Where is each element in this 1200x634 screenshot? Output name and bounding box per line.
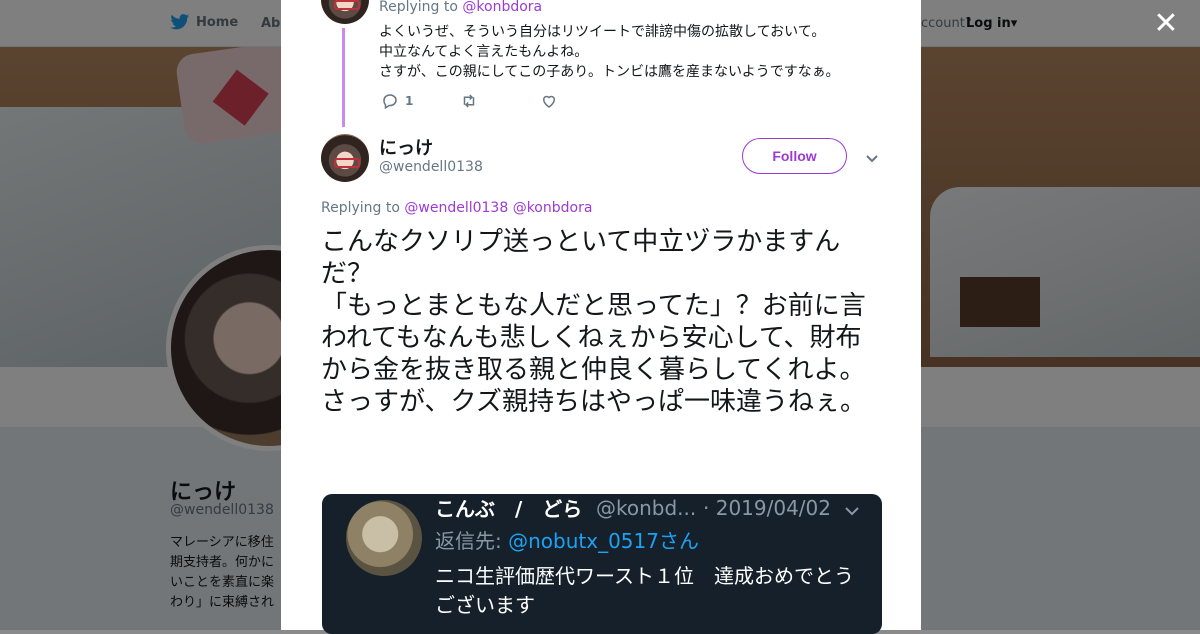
embedded-author-handle: @konbd... xyxy=(596,496,697,520)
follow-button[interactable]: Follow xyxy=(742,138,847,174)
retweet-icon xyxy=(463,94,475,108)
avatar[interactable] xyxy=(321,134,369,182)
tweet-attached-image[interactable]: こんぶ / どら @konbd... · 2019/04/02 返信先: @no… xyxy=(322,494,882,634)
chevron-down-icon xyxy=(845,507,859,516)
replying-to-link[interactable]: @konbdora xyxy=(513,200,593,216)
tweet-text: こんなクソリプ送っといて中立ヅラかますんだ？ 「もっとまともな人だと思ってた」？… xyxy=(321,227,866,417)
close-icon[interactable]: ✕ xyxy=(1150,8,1182,40)
reply-icon xyxy=(383,94,397,110)
tweet-author-name[interactable]: にっけ xyxy=(379,134,433,160)
like-button[interactable] xyxy=(540,92,558,110)
embedded-date: · 2019/04/02 xyxy=(703,496,831,520)
chevron-down-icon[interactable] xyxy=(862,148,882,168)
replying-to-line: Replying to @konbdora xyxy=(379,0,542,15)
retweet-button[interactable] xyxy=(460,92,478,110)
like-icon xyxy=(542,95,556,108)
thread-connector-line xyxy=(342,28,345,127)
embedded-avatar xyxy=(346,500,422,576)
replying-to-line: Replying to @wendell0138 @konbdora xyxy=(321,200,592,216)
embedded-reply-link: @nobutx_0517さん xyxy=(508,529,699,553)
tweet-author-handle[interactable]: @wendell0138 xyxy=(379,159,483,175)
embedded-reply-prefix: 返信先: xyxy=(435,529,502,553)
replying-to-link[interactable]: @wendell0138 xyxy=(404,200,508,216)
tweet-text-line: よくいうぜ、そういう自分はリツイートで誹謗中傷の拡散しておいて。 xyxy=(379,24,826,40)
previous-tweet-text: よくいうぜ、そういう自分はリツイートで誹謗中傷の拡散しておいて。 中立なんてよく… xyxy=(379,22,839,82)
tweet-text-line: 中立なんてよく言えたもんよね。 xyxy=(379,44,589,60)
tweet-text-line: さすが、この親にしてこの子あり。トンビは鷹を産まないようですなぁ。 xyxy=(379,64,840,80)
embedded-tweet-text: ニコ生評価歴代ワースト１位 達成おめでとうございます xyxy=(435,564,854,617)
replying-to-link[interactable]: @konbdora xyxy=(462,0,542,15)
reply-button[interactable]: 1 xyxy=(381,92,413,110)
reply-count: 1 xyxy=(405,94,414,108)
embedded-reply-line: 返信先: @nobutx_0517さん xyxy=(435,525,699,554)
replying-prefix: Replying to xyxy=(379,0,458,15)
embedded-author-name: こんぶ / どら xyxy=(435,497,583,521)
replying-prefix: Replying to xyxy=(321,200,400,216)
